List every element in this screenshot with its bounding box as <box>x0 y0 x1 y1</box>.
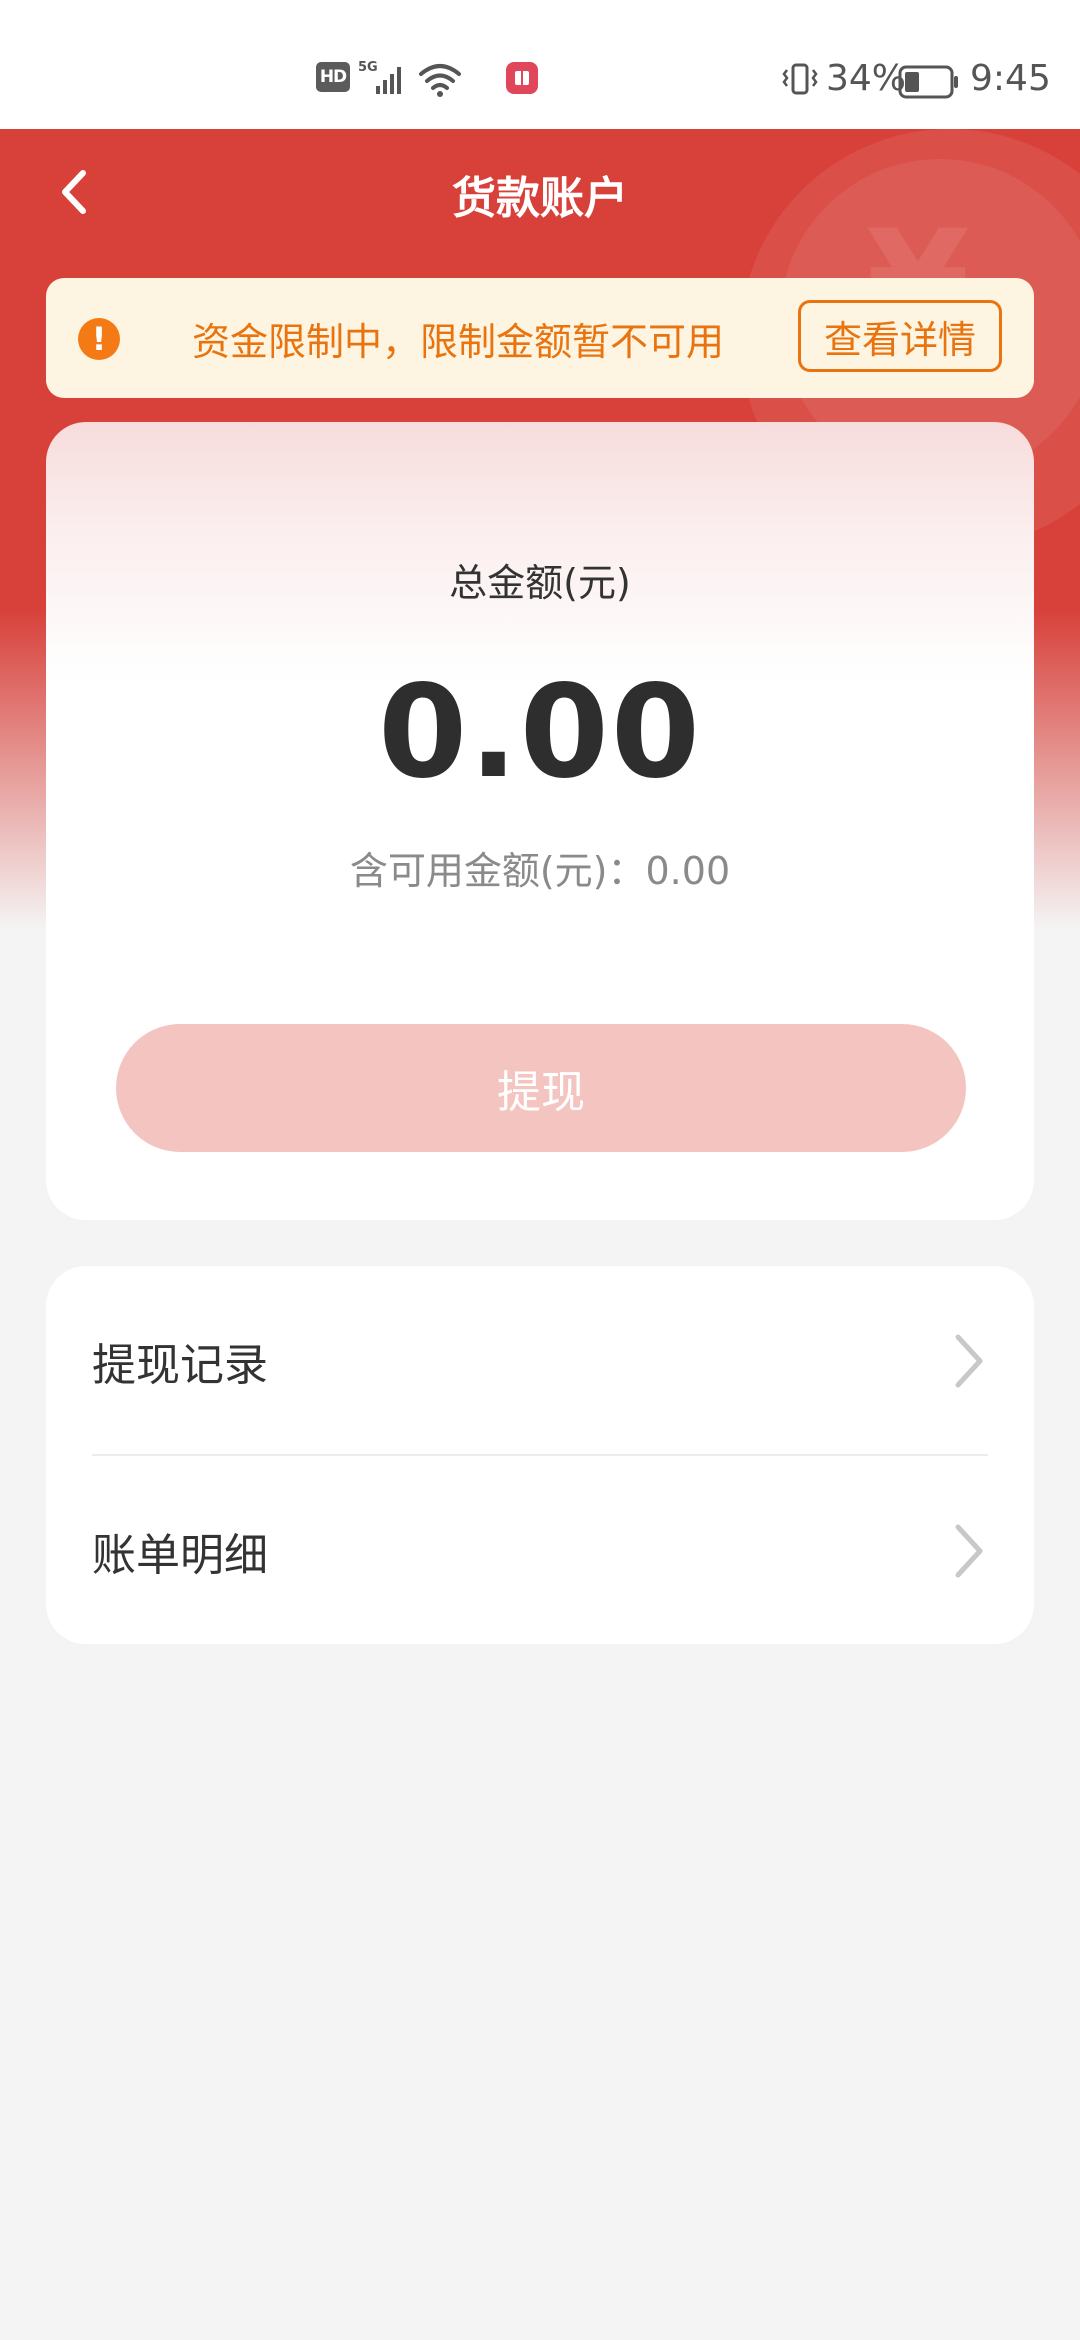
menu-list: 提现记录 账单明细 <box>46 1266 1034 1644</box>
menu-item-withdraw-records[interactable]: 提现记录 <box>46 1266 1034 1456</box>
menu-item-label: 提现记录 <box>92 1340 268 1391</box>
exclamation-icon: ! <box>78 318 120 360</box>
back-button[interactable] <box>40 159 110 229</box>
view-details-button[interactable]: 查看详情 <box>798 300 1002 372</box>
notice-text: 资金限制中，限制金额暂不可用 <box>192 319 725 364</box>
withdraw-button[interactable]: 提现 <box>116 1024 966 1152</box>
cellular-signal-icon: 5G <box>358 58 410 98</box>
page-title: 货款账户 <box>452 173 628 224</box>
clock-time: 9:45 <box>970 57 1051 99</box>
nav-bar: 货款账户 <box>0 129 1080 259</box>
chevron-right-icon <box>948 1331 988 1391</box>
network-type-label: 5G <box>358 60 378 75</box>
app-screen: HD 5G 34% 9:45 货款账户 ! 资金限制中，限制金额暂不可用 查看详… <box>0 0 1080 2340</box>
menu-item-bill-details[interactable]: 账单明细 <box>46 1456 1034 1644</box>
balance-card: 总金额(元) 0.00 含可用金额(元)：0.00 提现 <box>46 422 1034 1220</box>
hd-badge: HD <box>316 62 350 92</box>
status-bar: HD 5G 34% 9:45 <box>0 0 1080 129</box>
battery-percent: 34% <box>826 57 907 99</box>
chevron-left-icon <box>55 167 95 221</box>
notification-app-icon <box>506 62 538 94</box>
vibrate-icon <box>780 60 820 100</box>
total-amount-value: 0.00 <box>378 658 702 807</box>
available-amount-text: 含可用金额(元)：0.00 <box>349 849 731 893</box>
total-amount-label: 总金额(元) <box>449 561 631 605</box>
menu-item-label: 账单明细 <box>92 1530 268 1581</box>
wifi-icon <box>418 60 462 100</box>
battery-icon <box>898 62 960 102</box>
chevron-right-icon <box>948 1521 988 1581</box>
restriction-notice: ! 资金限制中，限制金额暂不可用 查看详情 <box>46 278 1034 398</box>
